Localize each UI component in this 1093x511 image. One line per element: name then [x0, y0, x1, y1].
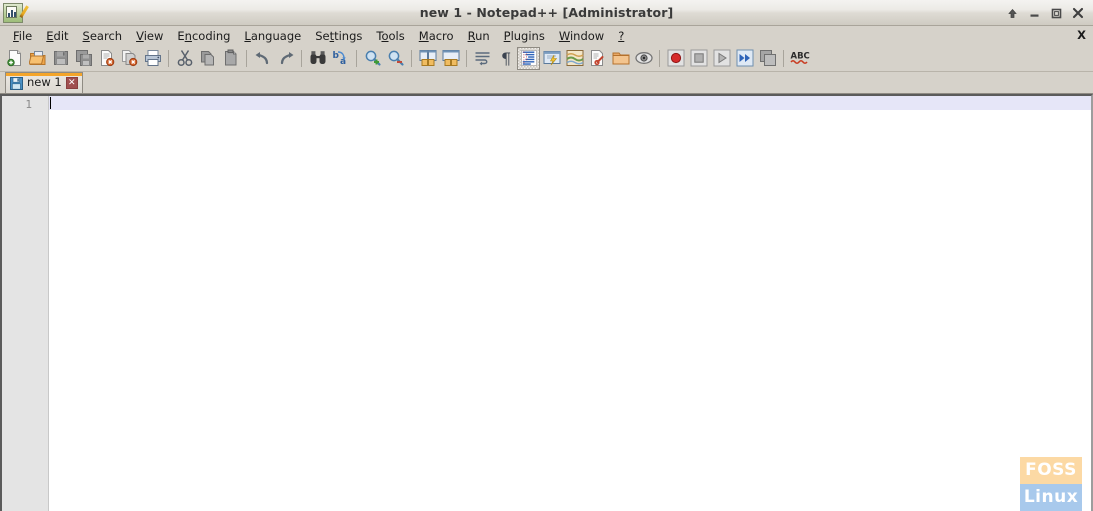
redo-button[interactable] [274, 47, 297, 70]
folder-workspace-button[interactable] [609, 47, 632, 70]
open-file-button[interactable] [26, 47, 49, 70]
toolbar-separator [168, 49, 169, 67]
chart-bars-shape [8, 10, 16, 17]
find-button[interactable] [306, 47, 329, 70]
toolbar-separator [466, 49, 467, 67]
save-all-button[interactable] [72, 47, 95, 70]
paste-button[interactable] [219, 47, 242, 70]
macro-save-button[interactable] [756, 47, 779, 70]
tool-bar: b a ¶ ABC [0, 45, 1093, 72]
line-number-gutter: 1 [2, 96, 49, 511]
toolbar-separator [411, 49, 412, 67]
rollup-button[interactable] [1001, 2, 1023, 24]
editor-area: 1 FOSS Linux [0, 94, 1093, 511]
close-button[interactable] [1067, 2, 1089, 24]
notepadpp-window: new 1 - Notepad++ [Administrator] File E… [0, 0, 1093, 511]
menu-search[interactable]: Search [76, 28, 130, 44]
menu-edit[interactable]: Edit [39, 28, 75, 44]
macro-record-button[interactable] [664, 47, 687, 70]
title-bar: new 1 - Notepad++ [Administrator] [0, 0, 1093, 26]
word-wrap-button[interactable] [471, 47, 494, 70]
menu-file[interactable]: File [6, 28, 39, 44]
menu-run[interactable]: Run [461, 28, 497, 44]
watermark-top-text: FOSS [1020, 457, 1082, 484]
pencil-shape [19, 5, 29, 18]
minimize-button[interactable] [1023, 2, 1045, 24]
menu-settings[interactable]: Settings [308, 28, 369, 44]
macro-fastplay-button[interactable] [733, 47, 756, 70]
function-list-button[interactable] [586, 47, 609, 70]
line-number: 1 [25, 98, 32, 111]
show-all-chars-button[interactable]: ¶ [494, 47, 517, 70]
toolbar-separator [783, 49, 784, 67]
cut-button[interactable] [173, 47, 196, 70]
current-line-highlight [49, 96, 1091, 110]
menu-macro[interactable]: Macro [412, 28, 461, 44]
print-button[interactable] [141, 47, 164, 70]
spellcheck-button[interactable]: ABC [788, 47, 811, 70]
fosslinux-watermark: FOSS Linux [1020, 457, 1082, 511]
menu-window[interactable]: Window [552, 28, 611, 44]
text-caret [50, 97, 51, 109]
zoom-out-button[interactable] [384, 47, 407, 70]
floppy-disk-icon [10, 76, 23, 90]
sync-vertical-button[interactable] [416, 47, 439, 70]
zoom-in-button[interactable] [361, 47, 384, 70]
tab-close-button[interactable]: ✕ [65, 77, 78, 89]
undo-button[interactable] [251, 47, 274, 70]
tab-new-1[interactable]: new 1 ✕ [5, 72, 83, 93]
text-editor[interactable] [49, 96, 1091, 511]
toolbar-separator [659, 49, 660, 67]
menu-view[interactable]: View [129, 28, 170, 44]
copy-button[interactable] [196, 47, 219, 70]
tab-label: new 1 [27, 75, 62, 89]
notepadpp-icon[interactable] [3, 3, 29, 23]
udl-dialog-button[interactable] [540, 47, 563, 70]
monitoring-button[interactable] [632, 47, 655, 70]
tab-bar: new 1 ✕ [0, 72, 1093, 94]
menu-help[interactable]: ? [611, 28, 631, 44]
svg-text:¶: ¶ [501, 49, 511, 67]
toolbar-separator [356, 49, 357, 67]
menu-plugins[interactable]: Plugins [497, 28, 552, 44]
document-map-button[interactable] [563, 47, 586, 70]
window-title: new 1 - Notepad++ [Administrator] [419, 4, 674, 20]
indent-guide-button[interactable] [517, 46, 540, 70]
replace-button[interactable]: b a [329, 47, 352, 70]
toolbar-separator [301, 49, 302, 67]
new-file-button[interactable] [3, 47, 26, 70]
close-document-x-button[interactable]: X [1077, 28, 1086, 42]
close-document-button[interactable] [95, 47, 118, 70]
window-controls [1001, 0, 1089, 26]
menu-encoding[interactable]: Encoding [170, 28, 237, 44]
watermark-bottom-text: Linux [1020, 484, 1082, 511]
macro-play-button[interactable] [710, 47, 733, 70]
menu-language[interactable]: Language [237, 28, 308, 44]
macro-stop-button[interactable] [687, 47, 710, 70]
svg-text:ABC: ABC [790, 52, 809, 62]
sync-horizontal-button[interactable] [439, 47, 462, 70]
close-all-button[interactable] [118, 47, 141, 70]
toolbar-separator [246, 49, 247, 67]
menu-tools[interactable]: Tools [369, 28, 411, 44]
save-button[interactable] [49, 47, 72, 70]
menu-bar: File Edit Search View Encoding Language … [0, 26, 1093, 45]
maximize-button[interactable] [1045, 2, 1067, 24]
